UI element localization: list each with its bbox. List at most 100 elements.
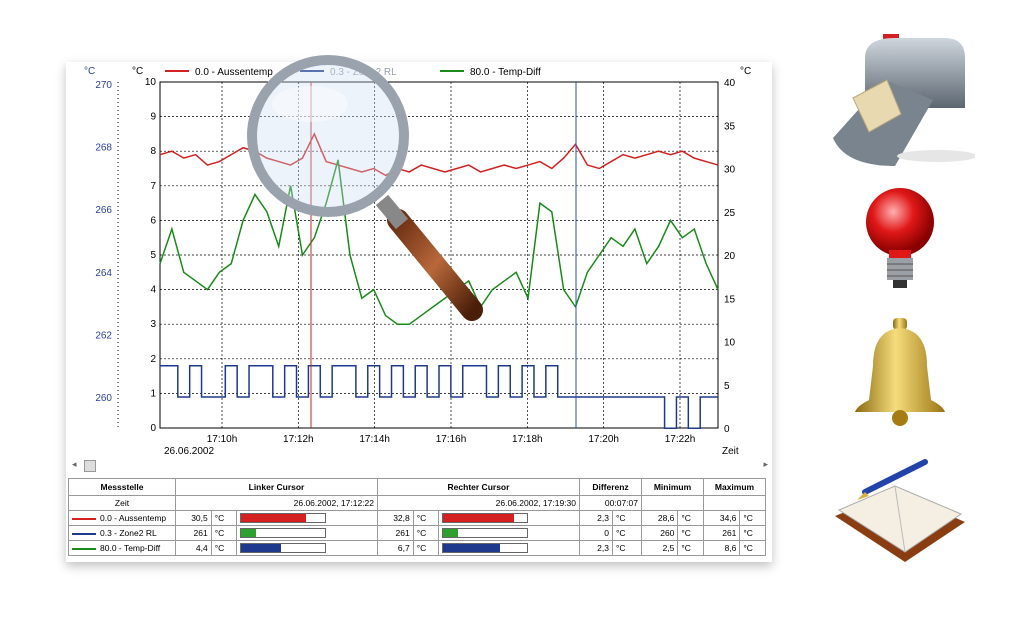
right-value: 6,7 [377, 540, 414, 556]
right-tick-label: 15 [724, 294, 736, 305]
right-unit: °C [412, 540, 439, 556]
value-bar [239, 513, 326, 524]
zeit-left: 26.06.2002, 17:12:22 [175, 495, 378, 511]
right-unit: °C [412, 525, 439, 541]
diff-unit: °C [611, 510, 643, 526]
diff-value: 2,3 [579, 510, 613, 526]
left-tick-label: 2 [150, 354, 156, 365]
right-bar [437, 510, 581, 526]
value-bar-fill [442, 529, 458, 538]
col-linker-cursor: Linker Cursor [175, 478, 378, 496]
right-unit: °C [740, 66, 751, 77]
x-axis-label: Zeit [722, 446, 739, 457]
value-bar-fill [442, 544, 500, 553]
lightbulb-icon [866, 188, 934, 288]
left-tick-label: 0 [150, 423, 156, 434]
date-label: 26.06.2002 [164, 446, 214, 457]
left-tick-label: 4 [150, 285, 156, 296]
scroll-right-arrow-icon[interactable]: ▸ [763, 459, 768, 470]
min-unit: °C [677, 525, 704, 541]
zeit-diff: 00:07:07 [579, 495, 642, 511]
col-differenz: Differenz [579, 478, 642, 496]
right-tick-label: 30 [724, 165, 736, 176]
row-label: 0.3 - Zone2 RL [68, 525, 176, 541]
left-tick-label: 3 [150, 319, 156, 330]
right-bar [437, 540, 581, 556]
min-value: 260 [640, 525, 679, 541]
max-unit: °C [739, 510, 766, 526]
value-bar-fill [240, 514, 307, 523]
right-tick-label: 35 [724, 121, 736, 132]
col-rechter-cursor: Rechter Cursor [377, 478, 580, 496]
value-bar-fill [240, 544, 282, 553]
x-tick-label: 17:16h [436, 434, 467, 445]
right-tick-label: 20 [724, 251, 736, 262]
right-unit: °C [412, 510, 439, 526]
table-row: 0.3 - Zone2 RL 261 °C 261 °C 0 °C 260 °C 261 °C [68, 525, 766, 541]
series-swatch [72, 532, 96, 535]
right-tick-label: 10 [724, 338, 736, 349]
scroll-thumb[interactable] [84, 460, 96, 472]
left-tick-label: 6 [150, 215, 156, 226]
right-value: 261 [377, 525, 414, 541]
far-left-unit: °C [84, 66, 95, 77]
min-unit: °C [677, 510, 704, 526]
max-value: 34,6 [702, 510, 741, 526]
left-value: 30,5 [175, 510, 212, 526]
left-value: 4,4 [175, 540, 212, 556]
table-header-row: Messstelle Linker Cursor Rechter Cursor … [68, 478, 766, 496]
series-swatch [72, 547, 96, 550]
value-bar [239, 543, 326, 554]
far-left-tick-label: 264 [95, 268, 112, 279]
left-tick-label: 1 [150, 388, 156, 399]
diff-unit: °C [611, 540, 643, 556]
right-tick-label: 40 [724, 78, 736, 89]
value-bar [441, 543, 528, 554]
bell-icon [855, 318, 945, 426]
far-left-tick-label: 268 [95, 143, 112, 154]
value-bar-fill [442, 514, 515, 523]
left-tick-label: 9 [150, 112, 156, 123]
right-tick-label: 0 [724, 424, 730, 435]
x-tick-label: 17:14h [359, 434, 390, 445]
left-bar [235, 540, 379, 556]
mailbox-icon [833, 34, 975, 166]
min-value: 28,6 [640, 510, 679, 526]
row-label: 0.0 - Aussentemp [68, 510, 176, 526]
left-tick-label: 8 [150, 146, 156, 157]
series-line-1 [160, 364, 718, 430]
far-left-tick-label: 270 [95, 80, 112, 91]
zeit-label: Zeit [68, 495, 176, 511]
magnifier-icon [247, 55, 483, 321]
max-value: 261 [702, 525, 741, 541]
right-tick-label: 5 [724, 381, 730, 392]
far-left-tick-label: 266 [95, 205, 112, 216]
row-label-text: 80.0 - Temp-Diff [100, 543, 161, 553]
x-tick-label: 17:18h [512, 434, 543, 445]
left-unit: °C [210, 540, 237, 556]
max-unit: °C [739, 540, 766, 556]
row-label-text: 0.3 - Zone2 RL [100, 528, 157, 538]
row-label: 80.0 - Temp-Diff [68, 540, 176, 556]
value-bar [239, 528, 326, 539]
col-minimum: Minimum [641, 478, 704, 496]
diff-value: 0 [579, 525, 613, 541]
left-tick-label: 5 [150, 250, 156, 261]
diff-value: 2,3 [579, 540, 613, 556]
min-value: 2,5 [640, 540, 679, 556]
zeit-right: 26.06.2002, 17:19:30 [377, 495, 580, 511]
max-unit: °C [739, 525, 766, 541]
left-value: 261 [175, 525, 212, 541]
right-value: 32,8 [377, 510, 414, 526]
scroll-left-arrow-icon[interactable]: ◂ [72, 459, 77, 470]
x-tick-label: 17:12h [283, 434, 314, 445]
right-bar [437, 525, 581, 541]
cursor-table: Messstelle Linker Cursor Rechter Cursor … [68, 478, 766, 556]
x-tick-label: 17:20h [588, 434, 619, 445]
table-row: Zeit 26.06.2002, 17:12:22 26.06.2002, 17… [68, 495, 766, 511]
left-unit: °C [210, 510, 237, 526]
left-tick-label: 7 [150, 181, 156, 192]
far-left-tick-label: 260 [95, 393, 112, 404]
horizontal-scrollbar[interactable]: ◂ ▸ [70, 459, 770, 473]
table-row: 80.0 - Temp-Diff 4,4 °C 6,7 °C 2,3 °C 2,5 °C 8,6 °… [68, 540, 766, 556]
